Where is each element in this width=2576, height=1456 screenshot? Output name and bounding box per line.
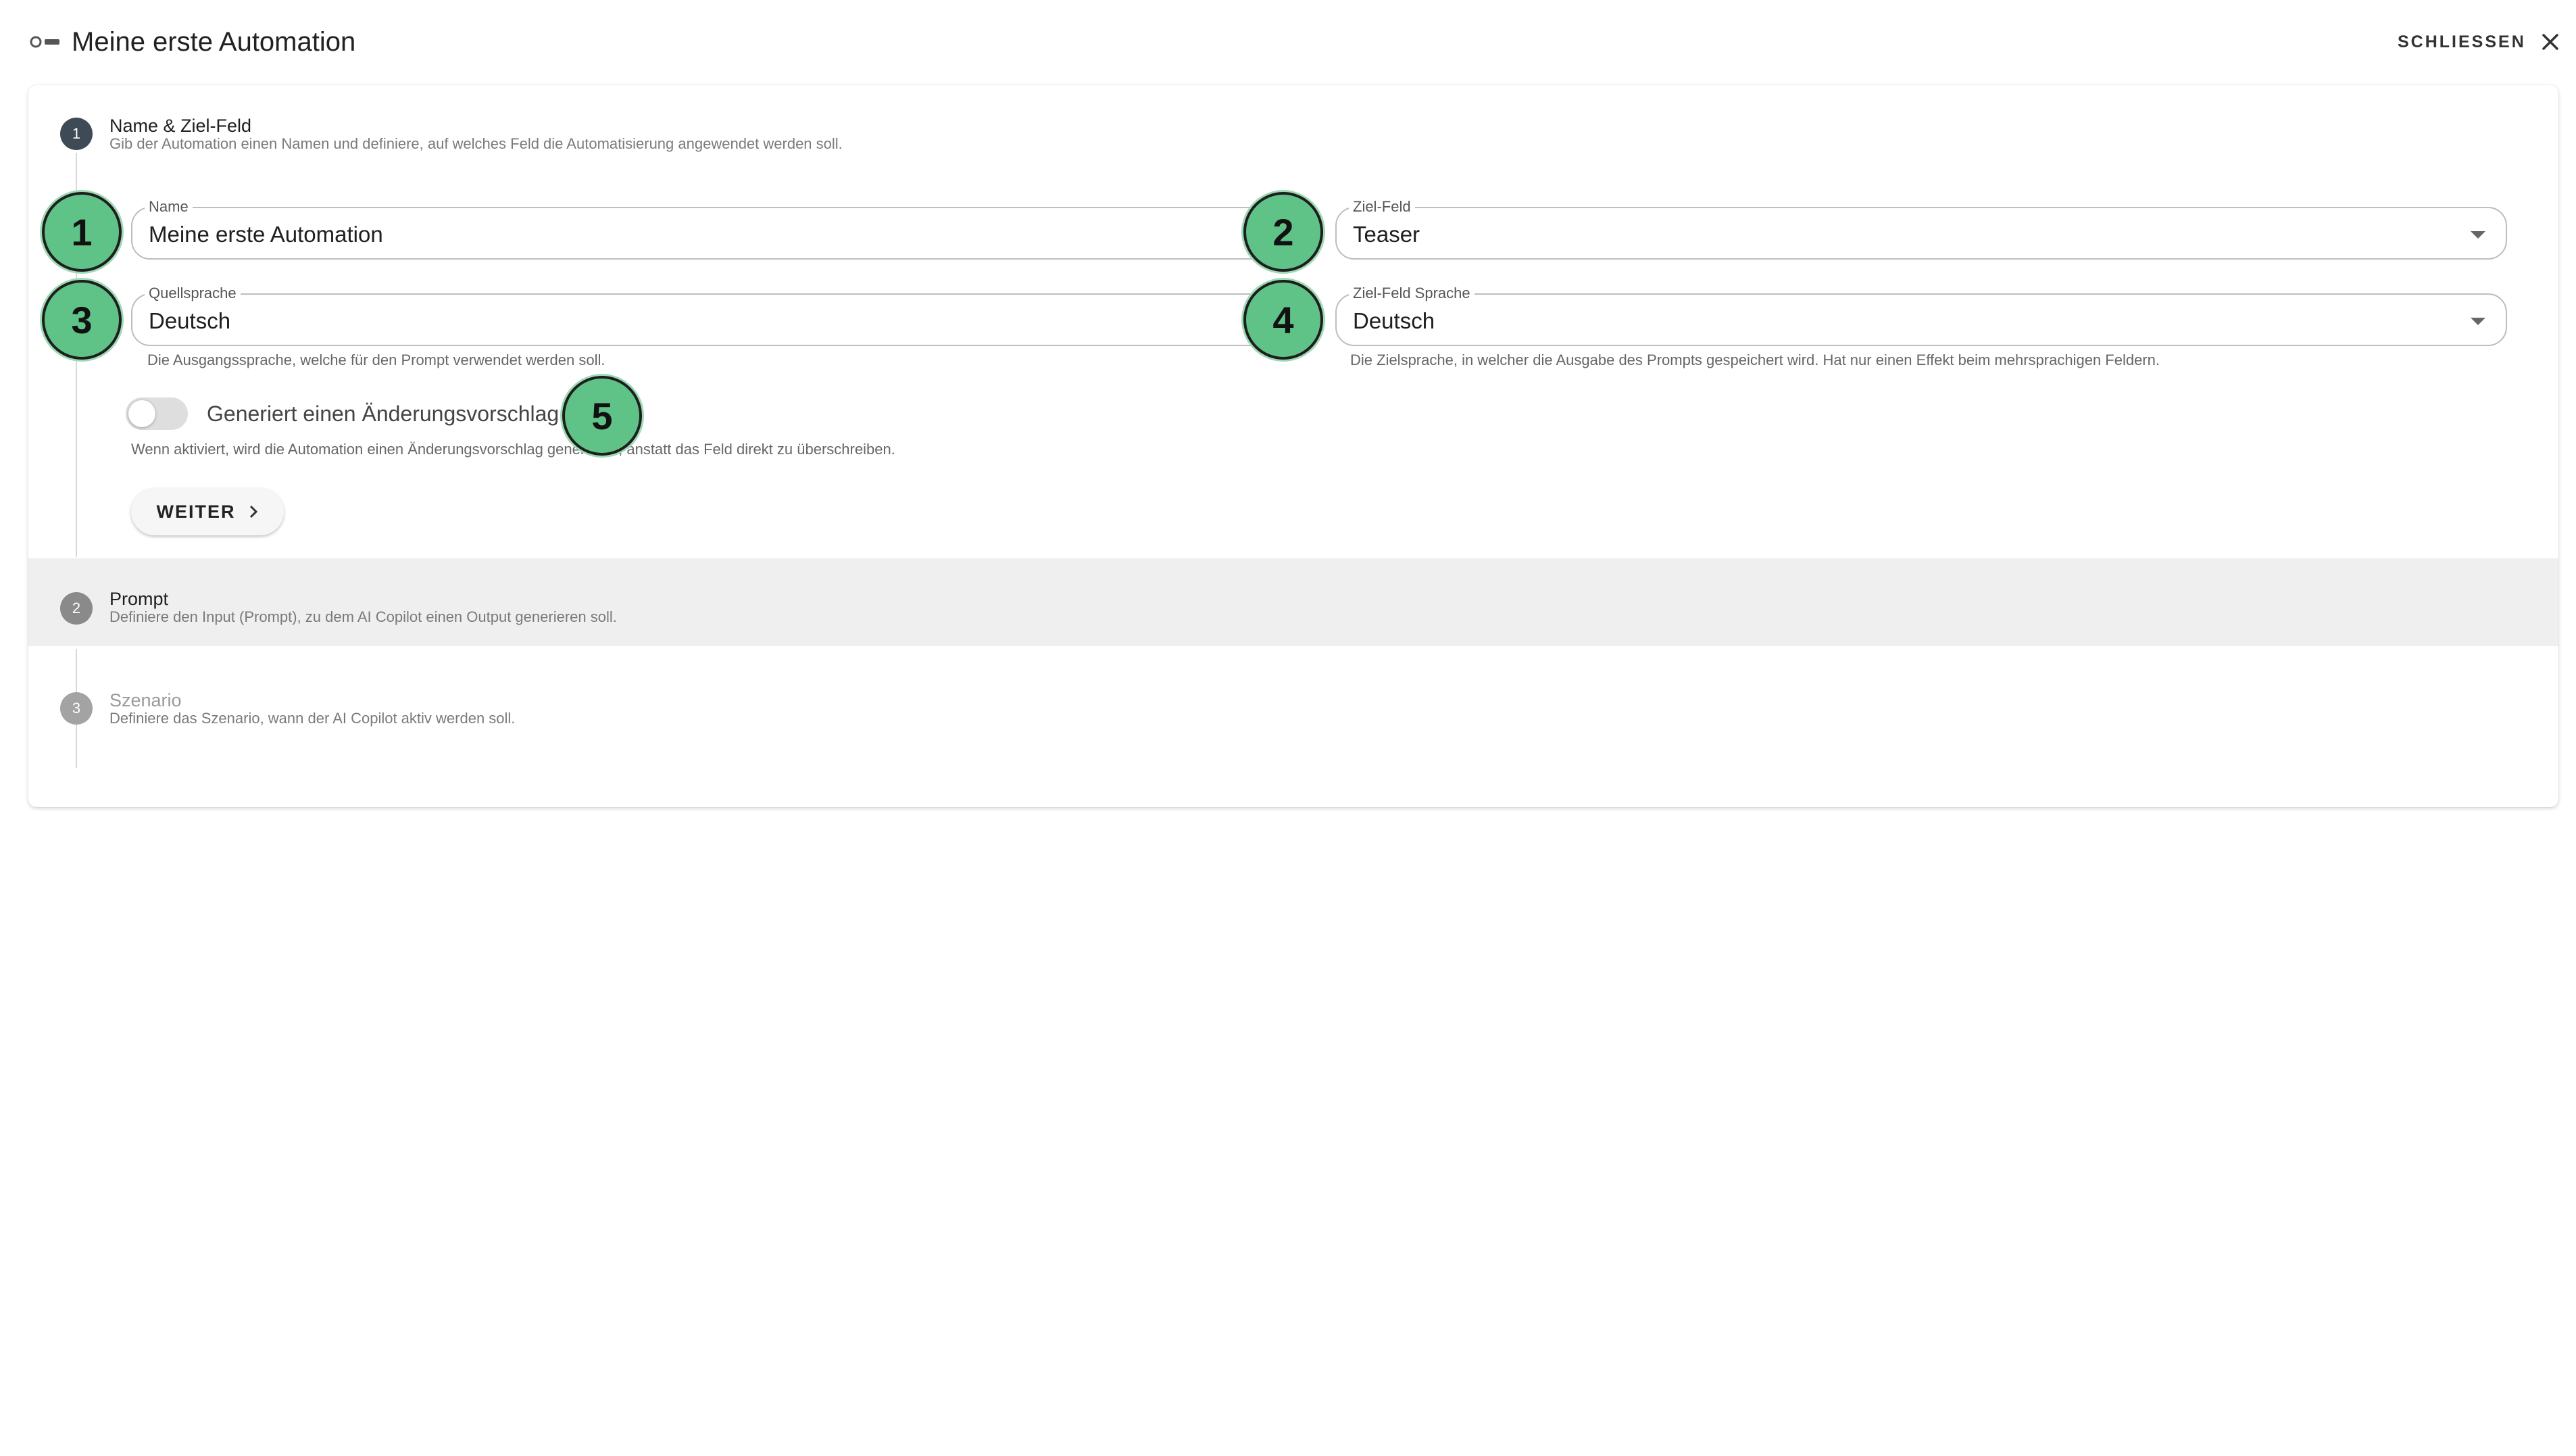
step-3-subtitle: Definiere das Szenario, wann der AI Copi… bbox=[109, 710, 516, 727]
step-3-indicator: 3 bbox=[60, 692, 93, 725]
annotation-badge-3: 3 bbox=[42, 280, 122, 360]
name-field[interactable]: Name Meine erste Automation bbox=[131, 199, 1295, 260]
toggle-thumb bbox=[128, 400, 155, 427]
suggestion-toggle[interactable] bbox=[126, 397, 188, 430]
target-language-select[interactable]: Ziel-Feld Sprache Deutsch bbox=[1335, 285, 2507, 346]
step-1-subtitle: Gib der Automation einen Namen und defin… bbox=[109, 135, 843, 152]
step-3-title[interactable]: Szenario bbox=[109, 689, 182, 711]
step-1-title: Name & Ziel-Feld bbox=[109, 116, 252, 136]
suggestion-toggle-label: Generiert einen Änderungsvorschlag bbox=[207, 402, 560, 426]
next-button-label: WEITER bbox=[156, 501, 236, 522]
step-2-indicator: 2 bbox=[60, 592, 93, 625]
annotation-badge-1: 1 bbox=[42, 192, 122, 272]
step-1-indicator: 1 bbox=[60, 118, 93, 150]
name-field-value: Meine erste Automation bbox=[149, 222, 383, 247]
annotation-badge-2: 2 bbox=[1243, 192, 1323, 272]
target-language-label: Ziel-Feld Sprache bbox=[1349, 285, 1475, 301]
step-2-subtitle: Definiere den Input (Prompt), zu dem AI … bbox=[109, 608, 617, 625]
dropdown-caret-icon bbox=[2471, 231, 2485, 239]
target-field-label: Ziel-Feld bbox=[1349, 199, 1415, 215]
source-language-hint: Die Ausgangssprache, welche für den Prom… bbox=[147, 351, 605, 368]
source-language-label: Quellsprache bbox=[145, 285, 241, 301]
page-title: Meine erste Automation bbox=[72, 27, 356, 57]
close-label: SCHLIESSEN bbox=[2398, 32, 2526, 51]
chevron-right-icon bbox=[249, 505, 257, 518]
close-button[interactable]: SCHLIESSEN bbox=[2398, 26, 2560, 58]
step-2-title: Prompt bbox=[109, 589, 169, 609]
source-language-field[interactable]: Quellsprache Deutsch bbox=[131, 285, 1295, 346]
suggestion-toggle-hint: Wenn aktiviert, wird die Automation eine… bbox=[131, 441, 895, 458]
dropdown-caret-icon bbox=[2471, 318, 2485, 325]
target-field-value: Teaser bbox=[1353, 222, 1420, 247]
step-2-row[interactable] bbox=[28, 558, 2558, 646]
annotation-badge-5: 5 bbox=[562, 376, 642, 456]
automation-icon bbox=[30, 36, 59, 48]
name-field-label: Name bbox=[145, 199, 193, 215]
next-button[interactable]: WEITER bbox=[131, 488, 284, 535]
target-language-hint: Die Zielsprache, in welcher die Ausgabe … bbox=[1350, 351, 2160, 368]
annotation-badge-4: 4 bbox=[1243, 280, 1323, 360]
target-field-select[interactable]: Ziel-Feld Teaser bbox=[1335, 199, 2507, 260]
source-language-value: Deutsch bbox=[149, 308, 231, 333]
target-language-value: Deutsch bbox=[1353, 308, 1435, 333]
close-icon bbox=[2542, 34, 2558, 50]
